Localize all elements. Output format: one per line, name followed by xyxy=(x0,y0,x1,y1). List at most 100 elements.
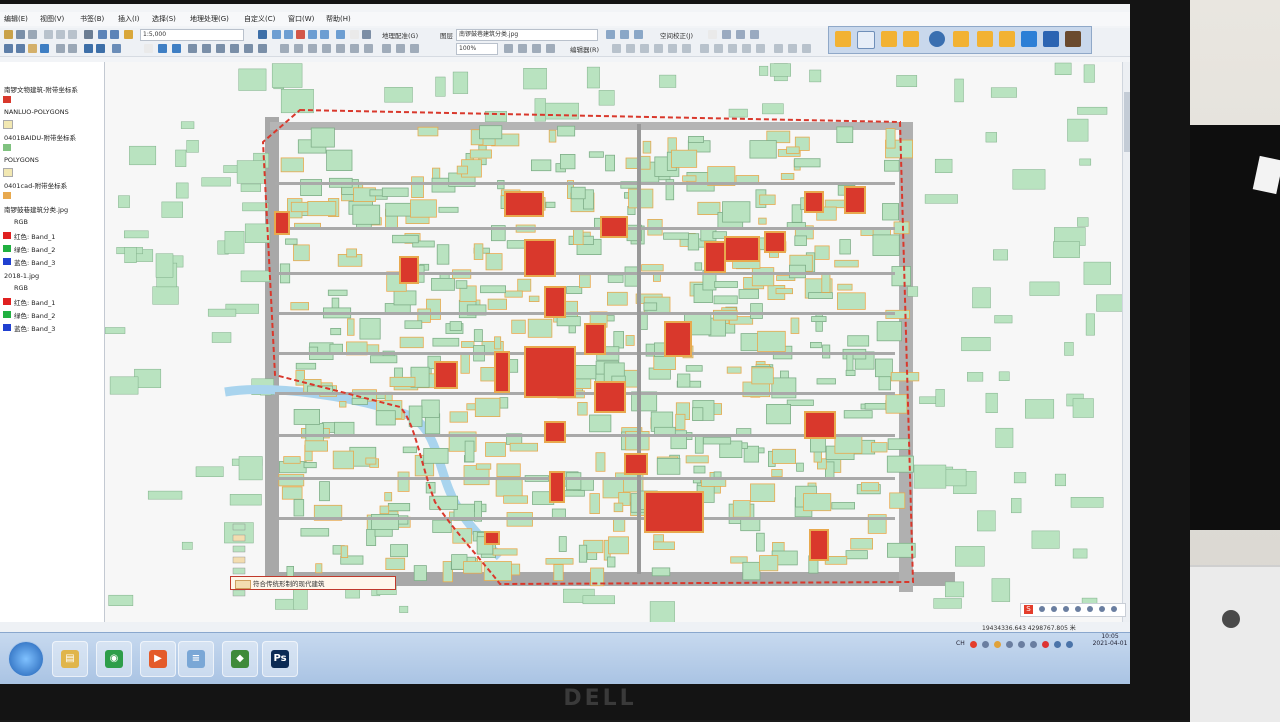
fit-display-icon[interactable] xyxy=(606,30,615,39)
save-icon[interactable] xyxy=(16,30,25,39)
trace-icon[interactable] xyxy=(668,44,677,53)
forward-icon[interactable] xyxy=(96,44,105,53)
rotate-icon[interactable] xyxy=(620,30,629,39)
line-icon[interactable] xyxy=(308,44,317,53)
select-by-rect-icon[interactable] xyxy=(112,44,121,53)
menu-geoprocessing[interactable]: 地理处理(G) xyxy=(190,14,229,24)
menu-bookmarks[interactable]: 书签(B) xyxy=(80,14,104,24)
language-indicator[interactable]: CH xyxy=(956,640,965,647)
html-popup-icon[interactable] xyxy=(188,44,197,53)
layout4-icon[interactable] xyxy=(546,44,555,53)
attributes-icon[interactable] xyxy=(774,44,783,53)
editor-toolbar-icon[interactable] xyxy=(258,30,267,39)
shift-icon[interactable] xyxy=(634,30,643,39)
check-icon[interactable] xyxy=(1021,31,1037,47)
scale-input[interactable]: 1:5,000 xyxy=(140,29,244,41)
undo-icon[interactable] xyxy=(98,30,107,39)
delete-icon[interactable] xyxy=(84,30,93,39)
toc-layer[interactable]: 南锣鼓巷建筑分类.jpg xyxy=(4,204,68,214)
menu-edit[interactable]: 编辑(E) xyxy=(4,14,28,24)
identify-icon[interactable] xyxy=(158,44,167,53)
ime-tools-icon[interactable] xyxy=(1111,606,1117,612)
toc-layer[interactable]: 0401cad-附带坐标系 xyxy=(4,180,67,190)
add-data-icon[interactable] xyxy=(124,30,133,39)
layout-grid7-icon[interactable] xyxy=(999,31,1015,47)
taskbar-app[interactable]: ▶ xyxy=(140,641,176,677)
taskbar-app[interactable]: ≡ xyxy=(178,641,214,677)
spatial-adjustment-menu[interactable]: 空间校正(J) xyxy=(660,30,693,40)
layout2-icon[interactable] xyxy=(518,44,527,53)
layout-grid3-icon[interactable] xyxy=(881,31,897,47)
edit-vertices-icon[interactable] xyxy=(700,44,709,53)
font-icon[interactable] xyxy=(336,44,345,53)
layout-grid6-icon[interactable] xyxy=(977,31,993,47)
layout-grid2-icon[interactable] xyxy=(857,31,875,49)
paste-icon[interactable] xyxy=(68,30,77,39)
start-button[interactable] xyxy=(8,641,44,677)
layout3-icon[interactable] xyxy=(532,44,541,53)
network-icon[interactable] xyxy=(1054,641,1061,648)
taskbar-app[interactable]: ◆ xyxy=(222,641,258,677)
menu-help[interactable]: 帮助(H) xyxy=(326,14,351,24)
tray-icon[interactable] xyxy=(1042,641,1049,648)
end-point-icon[interactable] xyxy=(654,44,663,53)
sketch-properties-icon[interactable] xyxy=(788,44,797,53)
link-table-icon[interactable] xyxy=(750,30,759,39)
split-icon[interactable] xyxy=(742,44,751,53)
search-window-icon[interactable] xyxy=(296,30,305,39)
redo-icon[interactable] xyxy=(110,30,119,39)
layout-grid-icon[interactable] xyxy=(835,31,851,47)
zoom-in-icon[interactable] xyxy=(4,44,13,53)
pan-icon[interactable] xyxy=(28,44,37,53)
python-icon[interactable] xyxy=(320,30,329,39)
ime-punct-icon[interactable] xyxy=(1051,606,1057,612)
editor-menu[interactable]: 编辑器(R) xyxy=(570,44,599,54)
link-icon[interactable] xyxy=(736,30,745,39)
layer-select[interactable]: 南锣鼓巷建筑分类.jpg xyxy=(456,29,598,41)
toc-layer[interactable]: NANLUO-POLYGONS xyxy=(4,108,69,116)
globe-icon[interactable] xyxy=(929,31,945,47)
menu-windows[interactable]: 窗口(W) xyxy=(288,14,314,24)
taskbar-app[interactable]: ▤ xyxy=(52,641,88,677)
ime-mode-icon[interactable] xyxy=(1039,606,1045,612)
toc-icon[interactable] xyxy=(272,30,281,39)
layout-icon[interactable] xyxy=(504,44,513,53)
adjust-icon[interactable] xyxy=(722,30,731,39)
taskbar-app[interactable]: ◉ xyxy=(96,641,132,677)
copy-icon[interactable] xyxy=(56,30,65,39)
full-extent-icon[interactable] xyxy=(40,44,49,53)
tray-icon[interactable] xyxy=(1006,641,1013,648)
highlighted-legend-item[interactable]: 符合传统形制的现代建筑 xyxy=(230,576,396,590)
volume-icon[interactable] xyxy=(1066,641,1073,648)
find-icon[interactable] xyxy=(216,44,225,53)
menu-customize[interactable]: 自定义(C) xyxy=(244,14,275,24)
go-to-xy-icon[interactable] xyxy=(244,44,253,53)
toc-layer[interactable]: 0401BAIDU-附带坐标系 xyxy=(4,132,76,142)
arctoolbox-icon[interactable] xyxy=(308,30,317,39)
back-icon[interactable] xyxy=(84,44,93,53)
layout-grid5-icon[interactable] xyxy=(953,31,969,47)
select-elements-icon[interactable] xyxy=(144,44,153,53)
open-icon[interactable] xyxy=(4,30,13,39)
polygon-icon[interactable] xyxy=(322,44,331,53)
cursor-icon[interactable] xyxy=(350,30,359,39)
point-icon[interactable] xyxy=(682,44,691,53)
fixed-zoom-out-icon[interactable] xyxy=(68,44,77,53)
menu-insert[interactable]: 插入(I) xyxy=(118,14,140,24)
clock[interactable]: 10:05 2021-04-01 xyxy=(1090,633,1130,647)
taskbar-app[interactable]: Ps xyxy=(262,641,298,677)
cut-polygons-icon[interactable] xyxy=(728,44,737,53)
sogou-tray-icon[interactable] xyxy=(970,641,977,648)
bold-icon[interactable] xyxy=(382,44,391,53)
layout-grid4-icon[interactable] xyxy=(903,31,919,47)
ime-keyboard-icon[interactable] xyxy=(1087,606,1093,612)
georef-menu[interactable]: 地理配准(G) xyxy=(382,30,418,40)
windows-icon[interactable] xyxy=(1043,31,1059,47)
create-features-icon[interactable] xyxy=(802,44,811,53)
line-color-icon[interactable] xyxy=(364,44,373,53)
select-features-icon[interactable] xyxy=(708,30,717,39)
fill-color-icon[interactable] xyxy=(350,44,359,53)
zoom-out-icon[interactable] xyxy=(16,44,25,53)
ime-toolbar[interactable]: S xyxy=(1020,603,1126,617)
draw-rect-icon[interactable] xyxy=(280,44,289,53)
